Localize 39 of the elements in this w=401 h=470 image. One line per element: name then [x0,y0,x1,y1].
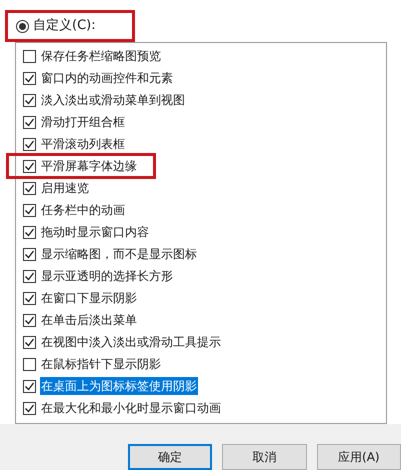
option-label: 在最大化和最小化时显示窗口动画 [40,400,222,417]
option-label: 任务栏中的动画 [40,202,126,219]
option-label: 滑动打开组合框 [40,114,126,131]
option-label: 在单击后淡出菜单 [40,312,138,329]
checkbox[interactable] [23,116,36,128]
checkbox[interactable] [23,182,36,194]
checkbox[interactable] [23,138,36,150]
option-label: 显示缩略图，而不是显示图标 [40,246,198,263]
checkbox[interactable] [23,50,36,62]
checkbox[interactable] [23,204,36,216]
option-label: 平滑滚动列表框 [40,136,126,153]
option-label: 在视图中淡入淡出或滑动工具提示 [40,334,222,351]
option-label: 窗口内的动画控件和元素 [40,70,174,87]
checkbox[interactable] [23,226,36,238]
checkbox[interactable] [23,292,36,304]
checkbox[interactable] [23,314,36,326]
checkbox[interactable] [23,248,36,260]
option-label: 启用速览 [40,180,90,197]
dialog-button[interactable]: 取消 [222,444,307,470]
option-label: 拖动时显示窗口内容 [40,224,150,241]
option-label: 在窗口下显示阴影 [40,290,138,307]
option-label: 平滑屏幕字体边缘 [40,158,138,175]
checkbox[interactable] [23,160,36,172]
radio-label: 自定义(C): [33,17,96,36]
option-label: 显示亚透明的选择长方形 [40,268,174,285]
checkbox[interactable] [23,270,36,282]
radio-button[interactable] [16,20,29,32]
dialog-button[interactable]: 应用(A) [316,444,401,470]
checkbox[interactable] [23,94,36,106]
dialog-button[interactable]: 确定 [128,444,212,470]
checkbox[interactable] [23,336,36,348]
option-label: 在桌面上为图标标签使用阴影 [40,377,198,395]
option-label: 在鼠标指针下显示阴影 [40,356,162,373]
checkbox[interactable] [23,358,36,370]
checkbox[interactable] [23,380,36,392]
option-label: 保存任务栏缩略图预览 [40,48,162,65]
checkbox[interactable] [23,72,36,84]
checkbox[interactable] [23,402,36,414]
option-label: 淡入淡出或滑动菜单到视图 [40,92,186,109]
